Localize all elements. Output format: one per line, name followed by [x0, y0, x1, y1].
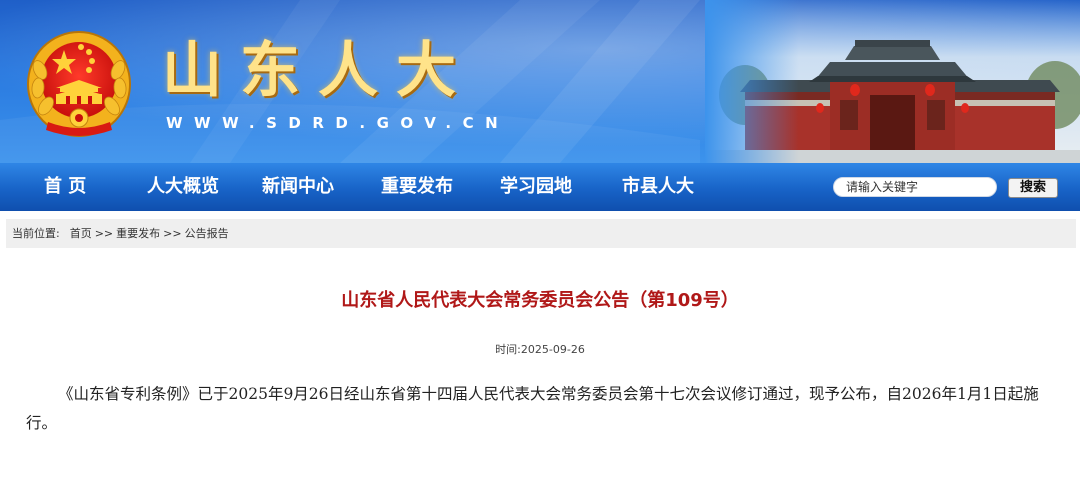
nav-item-city-county[interactable]: 市县人大 — [622, 163, 694, 211]
nav-item-news-center[interactable]: 新闻中心 — [262, 163, 334, 211]
site-title: 山东人大 — [162, 36, 474, 106]
traditional-gate-image — [705, 0, 1080, 163]
article-time: 时间:2025-09-26 — [0, 341, 1080, 359]
article-title: 山东省人民代表大会常务委员会公告（第109号） — [0, 286, 1080, 316]
article-time-value: 2025-09-26 — [521, 341, 585, 359]
breadcrumb-important-releases-link[interactable]: 重要发布 — [116, 227, 160, 240]
search-button[interactable]: 搜索 — [1008, 178, 1058, 198]
nav-item-overview[interactable]: 人大概览 — [147, 163, 219, 211]
article-time-label: 时间: — [495, 341, 521, 359]
breadcrumb-home-link[interactable]: 首页 — [70, 227, 92, 240]
breadcrumb-label: 当前位置: — [12, 219, 60, 248]
breadcrumb-separator: >> — [163, 219, 181, 248]
nav-item-study-garden[interactable]: 学习园地 — [500, 163, 572, 211]
nav-item-important-releases[interactable]: 重要发布 — [381, 163, 453, 211]
breadcrumb-separator: >> — [95, 219, 113, 248]
article-body: 《山东省专利条例》已于2025年9月26日经山东省第十四届人民代表大会常务委员会… — [26, 380, 1056, 438]
search-input[interactable] — [833, 177, 997, 197]
national-emblem-icon — [26, 30, 132, 138]
breadcrumb: 当前位置:首页>>重要发布>>公告报告 — [6, 219, 1076, 248]
breadcrumb-announcements-link[interactable]: 公告报告 — [185, 227, 229, 240]
site-url: WWW.SDRD.GOV.CN — [166, 114, 509, 132]
nav-item-home[interactable]: 首 页 — [44, 163, 86, 211]
site-banner: 山东人大 WWW.SDRD.GOV.CN — [0, 0, 1080, 163]
